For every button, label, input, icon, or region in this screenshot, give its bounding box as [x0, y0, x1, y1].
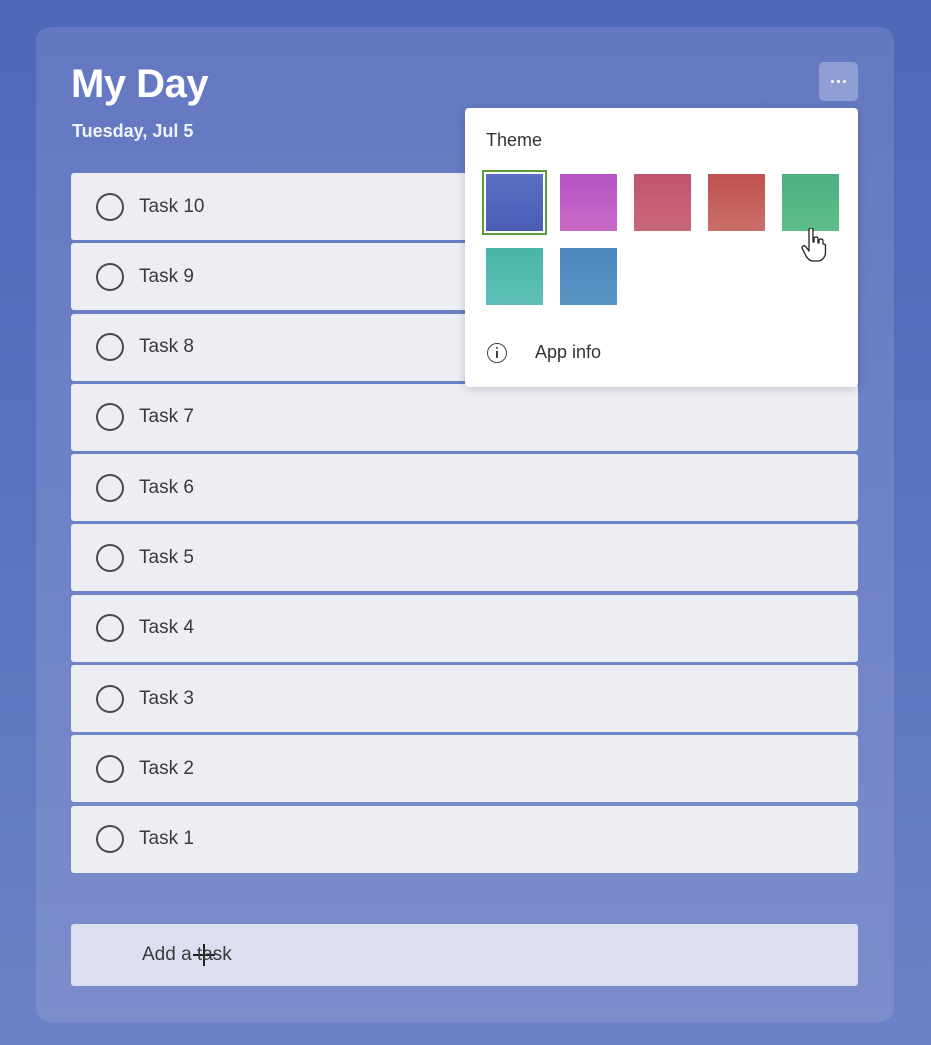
circle-checkbox-icon[interactable]	[96, 614, 124, 643]
circle-checkbox-icon[interactable]	[96, 403, 124, 432]
circle-checkbox-icon[interactable]	[96, 684, 124, 713]
task-label: Task 4	[139, 617, 194, 639]
page-title: My Day	[71, 62, 209, 106]
task-label: Task 8	[139, 336, 194, 358]
theme-heading: Theme	[486, 130, 543, 150]
task-label: Task 10	[139, 195, 205, 217]
task-item[interactable]: Task 5	[71, 524, 858, 592]
task-item[interactable]: Task 1	[71, 805, 858, 873]
theme-swatch-blue[interactable]	[482, 170, 547, 235]
info-icon	[487, 342, 507, 363]
circle-checkbox-icon[interactable]	[96, 473, 124, 502]
circle-checkbox-icon[interactable]	[96, 543, 124, 572]
theme-swatch-red[interactable]	[708, 174, 765, 231]
more-horizontal-icon	[831, 80, 846, 83]
task-label: Task 5	[139, 546, 194, 568]
theme-swatch-purple[interactable]	[560, 174, 617, 231]
circle-checkbox-icon[interactable]	[96, 262, 124, 291]
circle-checkbox-icon[interactable]	[96, 333, 124, 362]
theme-menu: Theme App info	[465, 108, 858, 387]
task-item[interactable]: Task 3	[71, 665, 858, 733]
theme-swatch-steel-blue[interactable]	[560, 248, 617, 305]
more-options-button[interactable]	[819, 62, 858, 101]
task-label: Task 2	[139, 757, 194, 779]
task-label: Task 9	[139, 265, 194, 287]
app-info-menu-item[interactable]: App info	[487, 342, 601, 363]
task-label: Task 6	[139, 476, 194, 498]
app-info-label: App info	[535, 342, 602, 362]
theme-swatch-teal[interactable]	[486, 248, 543, 305]
task-item[interactable]: Task 4	[71, 594, 858, 662]
circle-checkbox-icon[interactable]	[96, 754, 124, 783]
date-subtitle: Tuesday, Jul 5	[72, 121, 194, 141]
task-item[interactable]: Task 7	[71, 383, 858, 451]
task-item[interactable]: Task 6	[71, 454, 858, 522]
circle-checkbox-icon[interactable]	[96, 192, 124, 221]
task-label: Task 7	[139, 406, 194, 428]
task-item[interactable]: Task 2	[71, 735, 858, 803]
circle-checkbox-icon[interactable]	[96, 825, 124, 854]
task-label: Task 3	[139, 687, 194, 709]
add-task-label: Add a task	[142, 944, 232, 965]
task-label: Task 1	[139, 828, 194, 850]
theme-swatch-rose[interactable]	[634, 174, 691, 231]
theme-swatch-green[interactable]	[782, 174, 839, 231]
hand-pointer-cursor-icon	[801, 228, 827, 262]
add-task-input[interactable]: Add a task	[71, 924, 858, 986]
